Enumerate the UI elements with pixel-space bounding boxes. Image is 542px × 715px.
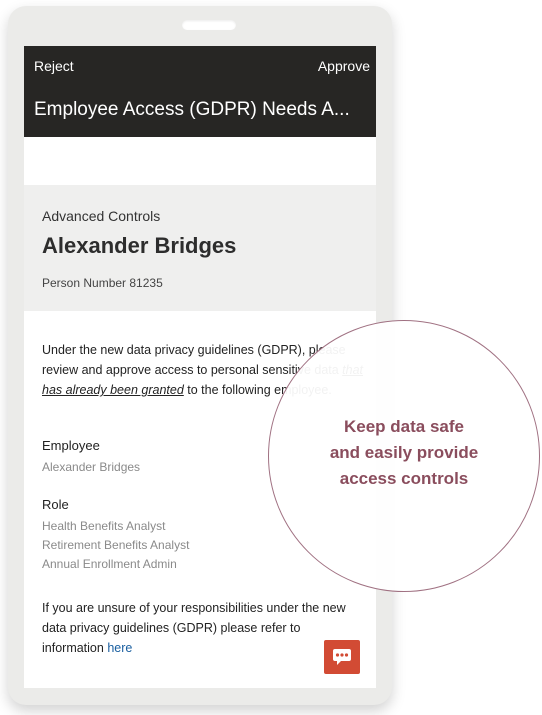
- person-card: Advanced Controls Alexander Bridges Pers…: [24, 185, 376, 311]
- role-item: Health Benefits Analyst: [42, 519, 166, 533]
- role-label: Role: [42, 497, 69, 512]
- help-link[interactable]: here: [107, 641, 132, 655]
- page-title: Employee Access (GDPR) Needs A...: [34, 99, 350, 120]
- help-text: If you are unsure of your responsibiliti…: [42, 598, 364, 658]
- help-text-body: If you are unsure of your responsibiliti…: [42, 601, 346, 655]
- device-speaker: [182, 20, 236, 30]
- chat-bubble-icon: [333, 649, 351, 665]
- callout-line: access controls: [339, 469, 469, 488]
- callout-text: Keep data safe and easily provide access…: [269, 414, 539, 492]
- employee-value: Alexander Bridges: [42, 460, 141, 474]
- callout-line: Keep data safe: [344, 417, 464, 436]
- role-item: Retirement Benefits Analyst: [42, 538, 190, 552]
- employee-label: Employee: [42, 438, 100, 453]
- header-bar: Reject Approve Employee Access (GDPR) Ne…: [24, 46, 376, 137]
- reject-button[interactable]: Reject: [34, 58, 74, 74]
- approve-button[interactable]: Approve: [318, 58, 370, 74]
- section-label: Advanced Controls: [42, 208, 161, 224]
- feature-callout: Keep data safe and easily provide access…: [268, 320, 540, 592]
- person-name: Alexander Bridges: [42, 233, 237, 258]
- chat-button[interactable]: [324, 640, 360, 674]
- person-number: Person Number 81235: [42, 276, 163, 290]
- role-item: Annual Enrollment Admin: [42, 557, 177, 571]
- callout-line: and easily provide: [329, 443, 479, 462]
